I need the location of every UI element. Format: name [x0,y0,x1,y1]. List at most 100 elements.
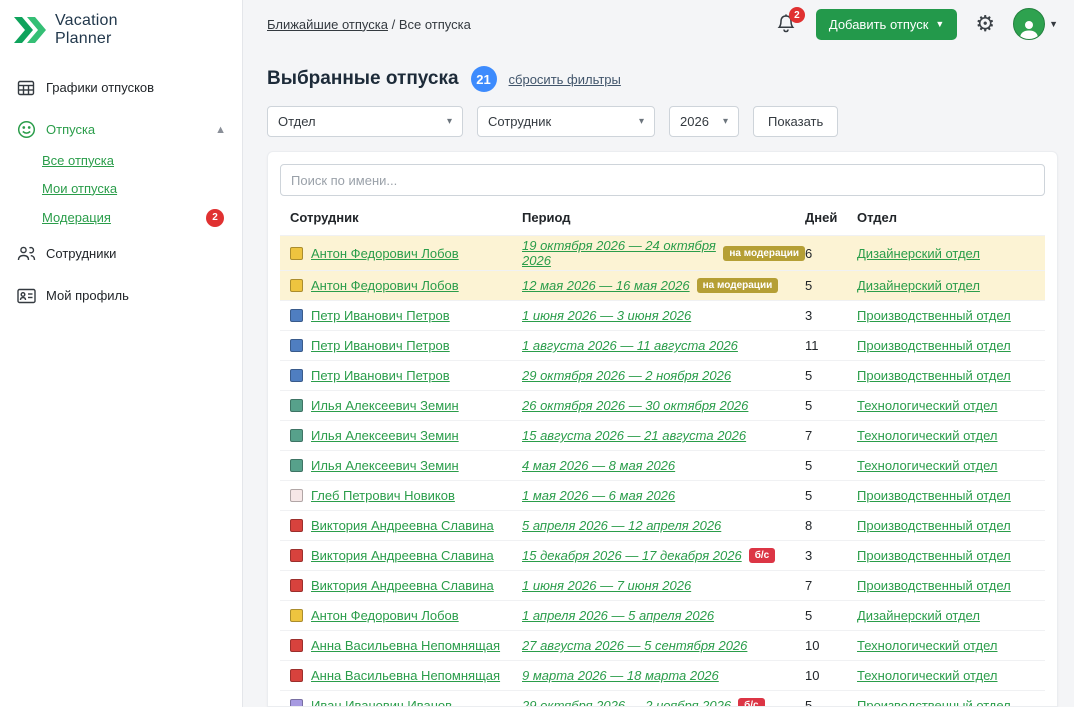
user-menu[interactable]: ▼ [1013,8,1058,40]
add-vacation-button[interactable]: Добавить отпуск ▼ [815,8,958,40]
department-link[interactable]: Производственный отдел [857,308,1011,323]
department-link[interactable]: Технологический отдел [857,398,998,413]
table-row: Анна Васильевна Непомнящая 9 марта 2026 … [280,660,1045,690]
table-row: Петр Иванович Петров 1 июня 2026 — 3 июн… [280,300,1045,330]
period-link[interactable]: 27 августа 2026 — 5 сентября 2026 [522,638,747,653]
days-value: 3 [805,308,813,323]
period-link[interactable]: 1 апреля 2026 — 5 апреля 2026 [522,608,714,623]
department-link[interactable]: Производственный отдел [857,518,1011,533]
days-value: 5 [805,398,813,413]
vacation-status-badge: б/с [748,548,776,563]
department-link[interactable]: Производственный отдел [857,698,1011,706]
employee-link[interactable]: Виктория Андреевна Славина [311,548,494,563]
days-value: 5 [805,698,813,707]
employee-link[interactable]: Антон Федорович Лобов [311,246,459,261]
breadcrumb-link[interactable]: Ближайшие отпуска [267,17,388,32]
main: Выбранные отпуска 21 сбросить фильтры От… [243,48,1074,707]
days-value: 3 [805,548,813,563]
sidebar-subitem-all-vacations[interactable]: Все отпуска [42,153,114,168]
logo[interactable]: Vacation Planner [0,0,242,67]
employee-link[interactable]: Петр Иванович Петров [311,338,450,353]
department-link[interactable]: Дизайнерский отдел [857,608,980,623]
period-link[interactable]: 9 марта 2026 — 18 марта 2026 [522,668,719,683]
days-value: 8 [805,518,813,533]
column-header-employee: Сотрудник [290,210,359,225]
gear-icon[interactable]: ⚙ [975,13,995,35]
period-link[interactable]: 15 августа 2026 — 21 августа 2026 [522,428,746,443]
employee-link[interactable]: Илья Алексеевич Земин [311,458,459,473]
sidebar-item-label: Отпуска [46,122,96,138]
department-link[interactable]: Технологический отдел [857,428,998,443]
table-row: Виктория Андреевна Славина 1 июня 2026 —… [280,570,1045,600]
employee-color-swatch [290,309,303,322]
sidebar-item-label: Графики отпусков [46,80,155,96]
employee-link[interactable]: Петр Иванович Петров [311,308,450,323]
period-link[interactable]: 1 мая 2026 — 6 мая 2026 [522,488,675,503]
employee-link[interactable]: Антон Федорович Лобов [311,608,459,623]
department-link[interactable]: Производственный отдел [857,548,1011,563]
period-link[interactable]: 1 августа 2026 — 11 августа 2026 [522,338,738,353]
search-input[interactable] [280,164,1045,196]
employee-link[interactable]: Виктория Андреевна Славина [311,518,494,533]
table-body: Антон Федорович Лобов 19 октября 2026 — … [280,235,1045,707]
period-link[interactable]: 29 октября 2026 — 2 ноября 2026 [522,698,731,706]
period-link[interactable]: 1 июня 2026 — 3 июня 2026 [522,308,691,323]
department-link[interactable]: Производственный отдел [857,368,1011,383]
employee-color-swatch [290,669,303,682]
table-row: Петр Иванович Петров 1 августа 2026 — 11… [280,330,1045,360]
sidebar-item-vacations[interactable]: Отпуска ▲ [0,109,242,151]
table-row: Глеб Петрович Новиков 1 мая 2026 — 6 мая… [280,480,1045,510]
sidebar-subitem-moderation[interactable]: Модерация [42,210,111,225]
period-link[interactable]: 5 апреля 2026 — 12 апреля 2026 [522,518,721,533]
period-link[interactable]: 29 октября 2026 — 2 ноября 2026 [522,368,731,383]
sidebar-subitem-my-vacations[interactable]: Мои отпуска [42,181,117,196]
employee-link[interactable]: Виктория Андреевна Славина [311,578,494,593]
reset-filters-link[interactable]: сбросить фильтры [509,72,621,87]
period-link[interactable]: 15 декабря 2026 — 17 декабря 2026 [522,548,742,563]
days-value: 5 [805,368,813,383]
moderation-count-badge: 2 [206,208,224,227]
employee-link[interactable]: Анна Васильевна Непомнящая [311,638,500,653]
period-link[interactable]: 26 октября 2026 — 30 октября 2026 [522,398,748,413]
show-button[interactable]: Показать [753,106,839,137]
department-link[interactable]: Производственный отдел [857,338,1011,353]
employee-link[interactable]: Петр Иванович Петров [311,368,450,383]
vacations-submenu: Все отпуска Мои отпуска Модерация 2 [0,151,242,233]
department-link[interactable]: Производственный отдел [857,488,1011,503]
employee-color-swatch [290,609,303,622]
employee-link[interactable]: Глеб Петрович Новиков [311,488,455,503]
period-link[interactable]: 12 мая 2026 — 16 мая 2026 [522,278,690,293]
employee-link[interactable]: Анна Васильевна Непомнящая [311,668,500,683]
employee-link[interactable]: Антон Федорович Лобов [311,278,459,293]
days-value: 7 [805,578,813,593]
period-link[interactable]: 1 июня 2026 — 7 июня 2026 [522,578,691,593]
page-title: Выбранные отпуска [267,68,459,89]
period-link[interactable]: 4 мая 2026 — 8 мая 2026 [522,458,675,473]
days-value: 10 [805,638,820,653]
department-link[interactable]: Дизайнерский отдел [857,278,980,293]
department-link[interactable]: Технологический отдел [857,458,998,473]
sidebar-item-schedules[interactable]: Графики отпусков [0,67,242,109]
employee-link[interactable]: Илья Алексеевич Земин [311,428,459,443]
notifications-button[interactable]: 2 [776,7,805,35]
employee-color-swatch [290,399,303,412]
days-value: 6 [805,245,813,261]
department-link[interactable]: Дизайнерский отдел [857,246,980,261]
period-link[interactable]: 19 октября 2026 — 24 октября 2026 [522,238,716,268]
sidebar-item-profile[interactable]: Мой профиль [0,275,242,317]
employee-filter-select[interactable]: Сотрудник ▾ [477,106,655,137]
year-filter-select[interactable]: 2026 ▾ [669,106,739,137]
department-filter-select[interactable]: Отдел ▾ [267,106,463,137]
employee-link[interactable]: Иван Иванович Иванов [311,698,452,706]
sidebar-item-employees[interactable]: Сотрудники [0,233,242,275]
employee-color-swatch [290,519,303,532]
content-area: Ближайшие отпуска / Все отпуска 2 Добави… [243,0,1074,707]
department-link[interactable]: Технологический отдел [857,668,998,683]
table-row: Иван Иванович Иванов 29 октября 2026 — 2… [280,690,1045,707]
days-value: 11 [805,338,819,353]
department-link[interactable]: Производственный отдел [857,578,1011,593]
department-link[interactable]: Технологический отдел [857,638,998,653]
table-row: Анна Васильевна Непомнящая 27 августа 20… [280,630,1045,660]
employee-link[interactable]: Илья Алексеевич Земин [311,398,459,413]
days-value: 10 [805,668,820,683]
